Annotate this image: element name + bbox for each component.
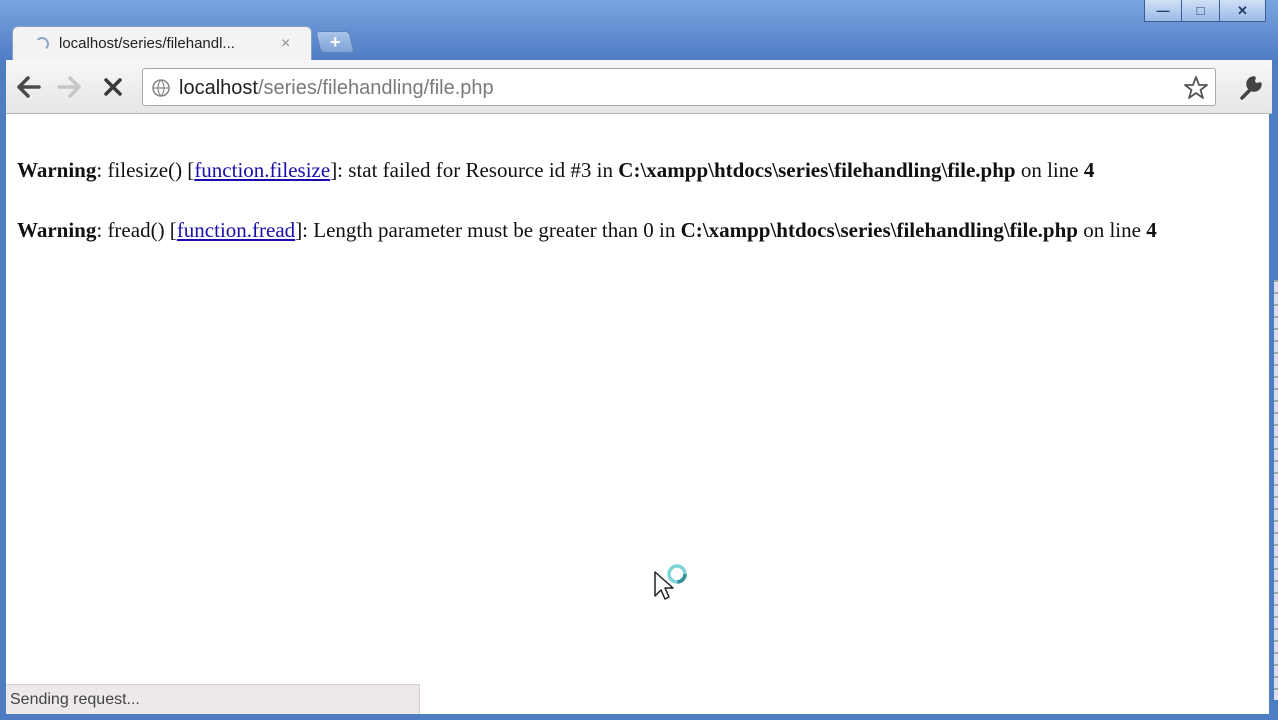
loading-spinner-icon: [35, 36, 49, 51]
tab-close-icon[interactable]: ×: [281, 35, 290, 53]
php-warning: Warning: filesize() [function.filesize]:…: [17, 158, 1094, 183]
star-icon[interactable]: [1183, 75, 1209, 101]
function-link[interactable]: function.filesize: [194, 158, 330, 182]
tab-title: localhost/series/filehandl...: [59, 35, 235, 52]
on-line-text: on line: [1015, 158, 1084, 182]
url-text[interactable]: localhost/series/filehandling/file.php: [179, 77, 494, 100]
forward-button[interactable]: [54, 72, 84, 102]
warning-label: Warning: [17, 158, 97, 182]
page-content: Warning: filesize() [function.filesize]:…: [6, 114, 1269, 714]
php-warning: Warning: fread() [function.fread]: Lengt…: [17, 218, 1157, 243]
stop-button[interactable]: [98, 72, 128, 102]
browser-toolbar: localhost/series/filehandling/file.php: [6, 60, 1272, 114]
background-window-edge: [1274, 280, 1278, 700]
on-line-text: on line: [1077, 218, 1147, 242]
forward-arrow-icon: [57, 76, 81, 98]
maximize-button[interactable]: □: [1182, 0, 1220, 22]
wrench-icon[interactable]: [1236, 74, 1264, 102]
url-path: /series/filehandling/file.php: [257, 77, 494, 99]
globe-icon: [152, 79, 170, 97]
warning-label: Warning: [17, 218, 97, 242]
window-controls: — □ ✕: [1144, 0, 1266, 24]
line-number: 4: [1083, 158, 1095, 182]
back-button[interactable]: [14, 72, 44, 102]
plus-icon: +: [329, 32, 341, 52]
warning-function: : fread() [: [96, 218, 177, 242]
browser-tab[interactable]: localhost/series/filehandl... ×: [12, 26, 312, 60]
busy-cursor-icon: [654, 564, 687, 600]
back-arrow-icon: [17, 76, 41, 98]
line-number: 4: [1146, 218, 1157, 242]
new-tab-button[interactable]: +: [315, 31, 355, 53]
status-bubble: Sending request...: [6, 684, 420, 714]
browser-window: — □ ✕ localhost/series/filehandl... × +: [0, 0, 1278, 720]
function-link[interactable]: function.fread: [177, 218, 295, 242]
minimize-button[interactable]: —: [1144, 0, 1182, 22]
file-path: C:\xampp\htdocs\series\filehandling\file…: [680, 218, 1078, 242]
warning-message: ]: Length parameter must be greater than…: [295, 218, 681, 242]
stop-icon: [104, 78, 122, 96]
warning-message: ]: stat failed for Resource id #3 in: [330, 158, 619, 182]
close-window-button[interactable]: ✕: [1220, 0, 1266, 22]
url-host: localhost: [179, 77, 258, 99]
address-bar[interactable]: localhost/series/filehandling/file.php: [142, 68, 1216, 106]
file-path: C:\xampp\htdocs\series\filehandling\file…: [618, 158, 1016, 182]
warning-function: : filesize() [: [96, 158, 195, 182]
